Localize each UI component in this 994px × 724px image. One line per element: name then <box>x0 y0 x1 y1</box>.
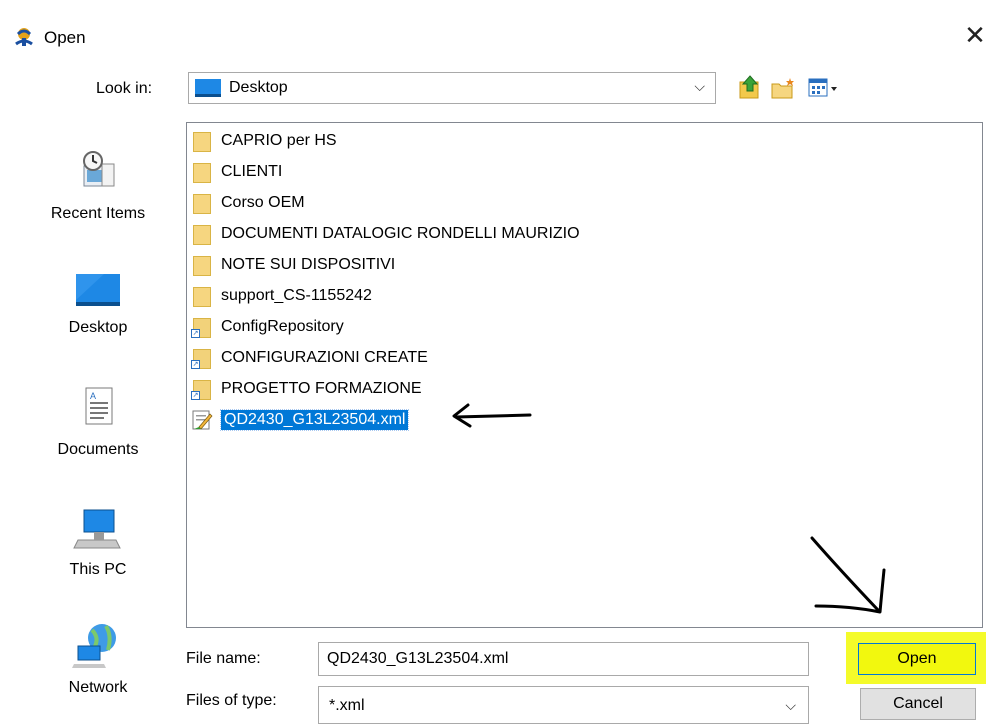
list-item[interactable]: CLIENTI <box>191 158 282 186</box>
app-icon <box>13 26 35 48</box>
look-in-value: Desktop <box>229 79 288 96</box>
files-of-type-combobox[interactable]: *.xml ⌵ <box>318 686 809 724</box>
list-item[interactable]: Corso OEM <box>191 189 305 217</box>
file-name: CLIENTI <box>221 163 283 180</box>
folder-shortcut-icon: ↗ <box>191 378 213 400</box>
list-item[interactable]: ↗ CONFIGURAZIONI CREATE <box>191 344 428 372</box>
desktop-icon <box>76 274 120 306</box>
look-in-combobox[interactable]: Desktop ⌵ <box>188 72 716 104</box>
folder-icon <box>191 285 213 307</box>
file-name-input[interactable] <box>318 642 809 676</box>
folder-icon <box>191 130 213 152</box>
file-name: CONFIGURAZIONI CREATE <box>221 349 428 366</box>
close-button[interactable]: ✕ <box>958 18 992 52</box>
recent-items-icon <box>83 151 115 187</box>
svg-text:A: A <box>90 391 96 401</box>
up-folder-icon[interactable] <box>738 74 762 100</box>
place-network[interactable]: Network <box>28 620 168 697</box>
list-item[interactable]: ↗ PROGETTO FORMAZIONE <box>191 375 422 403</box>
folder-icon <box>191 223 213 245</box>
list-item[interactable]: NOTE SUI DISPOSITIVI <box>191 251 395 279</box>
list-item[interactable]: support_CS-1155242 <box>191 282 372 310</box>
file-name-label: File name: <box>186 650 261 667</box>
file-name: DOCUMENTI DATALOGIC RONDELLI MAURIZIO <box>221 225 580 242</box>
folder-icon <box>191 192 213 214</box>
list-item[interactable]: CAPRIO per HS <box>191 127 337 155</box>
chevron-down-icon: ⌵ <box>694 78 705 94</box>
list-item[interactable]: ↗ ConfigRepository <box>191 313 344 341</box>
file-name: QD2430_G13L23504.xml <box>219 409 410 431</box>
file-name: ConfigRepository <box>221 318 344 335</box>
place-documents[interactable]: A Documents <box>28 386 168 459</box>
files-of-type-label: Files of type: <box>186 692 277 709</box>
file-name: CAPRIO per HS <box>221 132 337 149</box>
place-recent-items[interactable]: Recent Items <box>28 148 168 223</box>
place-label: Network <box>68 679 128 696</box>
place-label: This PC <box>69 561 127 578</box>
view-menu-icon[interactable] <box>806 76 846 100</box>
file-name: support_CS-1155242 <box>221 287 372 304</box>
this-pc-icon <box>73 509 121 549</box>
folder-shortcut-icon: ↗ <box>191 347 213 369</box>
place-label: Desktop <box>68 319 128 336</box>
cancel-button[interactable]: Cancel <box>860 688 976 720</box>
folder-icon <box>191 254 213 276</box>
list-item-selected[interactable]: QD2430_G13L23504.xml <box>191 406 410 434</box>
window-left-edge <box>0 0 3 724</box>
network-icon <box>72 624 116 668</box>
place-this-pc[interactable]: This PC <box>28 506 168 579</box>
file-name: Corso OEM <box>221 194 305 211</box>
folder-shortcut-icon: ↗ <box>191 316 213 338</box>
new-folder-icon[interactable] <box>770 76 796 100</box>
file-name: NOTE SUI DISPOSITIVI <box>221 256 396 273</box>
list-item[interactable]: DOCUMENTI DATALOGIC RONDELLI MAURIZIO <box>191 220 580 248</box>
dialog-title: Open <box>44 28 86 47</box>
chevron-down-icon: ⌵ <box>785 697 796 713</box>
file-list[interactable]: CAPRIO per HS CLIENTI Corso OEM DOCUMENT… <box>186 122 983 628</box>
desktop-icon <box>195 79 221 97</box>
places-bar: Recent Items Desktop A Documents This PC <box>28 120 168 720</box>
files-of-type-value: *.xml <box>329 697 365 714</box>
place-desktop[interactable]: Desktop <box>28 270 168 337</box>
place-label: Documents <box>57 441 139 458</box>
file-name: PROGETTO FORMAZIONE <box>221 380 422 397</box>
xml-file-icon <box>191 409 213 431</box>
folder-icon <box>191 161 213 183</box>
open-button[interactable]: Open <box>858 643 976 675</box>
documents-icon: A <box>85 387 113 425</box>
look-in-label: Look in: <box>96 80 153 97</box>
place-label: Recent Items <box>50 205 146 222</box>
